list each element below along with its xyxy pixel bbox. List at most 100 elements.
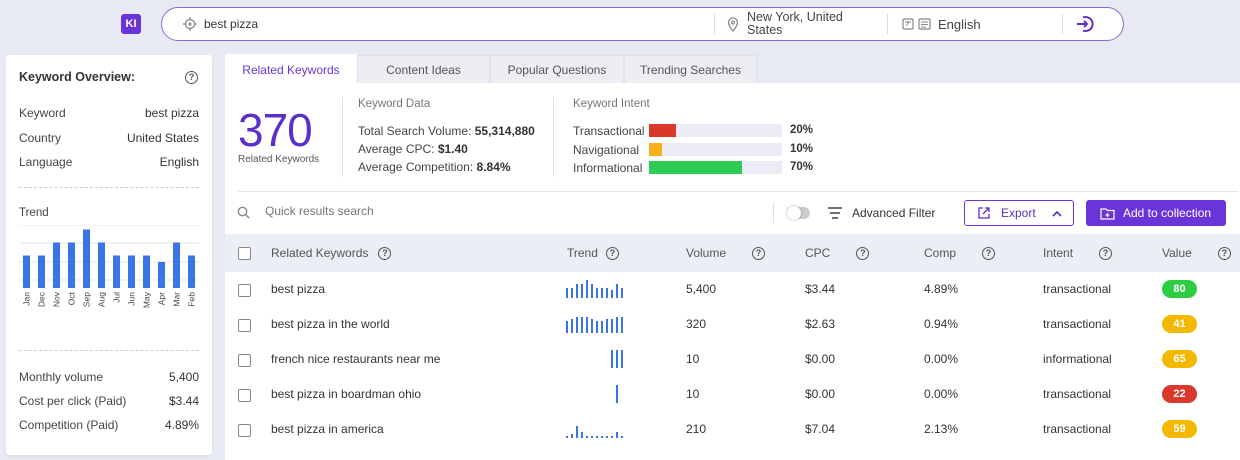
table-header: Related Keywords? Trend? Volume? CPC? Co… [225, 234, 1240, 272]
table-row[interactable]: best pizza in america 210 $7.04 2.13% transa… [225, 412, 1240, 447]
add-to-collection-button[interactable]: Add to collection [1086, 200, 1226, 226]
comp-cell: 0.00% [924, 387, 959, 401]
sparkline-bar [581, 284, 583, 298]
sparkline-bar [611, 436, 613, 438]
value: $3.44 [168, 394, 199, 408]
search-submit-icon[interactable] [1075, 14, 1095, 34]
column-header[interactable]: Trend? [567, 246, 619, 260]
trend-bar [143, 255, 150, 288]
export-button[interactable]: Export [964, 200, 1074, 226]
column-header[interactable]: Value? [1162, 246, 1231, 260]
value: 8.84% [476, 160, 511, 174]
trend-sparkline [611, 350, 623, 368]
sparkline-bar [571, 288, 573, 298]
overview-title: Keyword Overview: [19, 70, 136, 84]
value: $1.40 [437, 142, 468, 156]
label: Country [19, 131, 62, 145]
row-checkbox[interactable] [238, 424, 251, 437]
sparkline-bar [611, 290, 613, 298]
volume-cell: 10 [686, 352, 700, 366]
trend-sparkline [616, 385, 618, 403]
row-checkbox[interactable] [238, 389, 251, 402]
divider [342, 97, 343, 177]
table-row[interactable]: best pizza in boardman ohio 10 $0.00 0.00% t… [225, 377, 1240, 412]
tab-popular-questions[interactable]: Popular Questions [490, 55, 624, 83]
table-row[interactable]: french nice restaurants near me 10 $0.00 0.… [225, 342, 1240, 377]
sparkline-bar [591, 284, 593, 298]
trend-tick-label: Jun [127, 292, 137, 306]
column-header[interactable]: CPC? [805, 246, 870, 260]
help-icon[interactable]: ? [185, 71, 198, 84]
trend-bar [113, 255, 120, 288]
divider [553, 97, 554, 177]
select-all-checkbox[interactable] [238, 247, 251, 260]
column-label: Related Keywords [271, 246, 369, 260]
export-label: Export [1001, 206, 1036, 220]
help-icon[interactable]: ? [1099, 246, 1113, 260]
quick-search-input[interactable] [265, 204, 565, 218]
comp-cell: 0.00% [924, 352, 959, 366]
tab-content-ideas[interactable]: Content Ideas [357, 55, 490, 83]
row-checkbox[interactable] [238, 319, 251, 332]
trend-tick-label: Nov [52, 291, 62, 307]
trend-bar [68, 242, 75, 288]
filter-toggle[interactable] [787, 206, 810, 220]
sparkline-bar [566, 321, 568, 333]
keyword-cell: best pizza [271, 282, 326, 296]
location-pin-icon [727, 16, 739, 32]
trend-bar [83, 229, 90, 288]
sparkline-bar [586, 436, 588, 438]
help-icon[interactable]: ? [605, 246, 619, 260]
trend-bar [173, 242, 180, 288]
help-icon[interactable]: ? [1217, 246, 1231, 260]
table-row[interactable]: best pizza 5,400 $3.44 4.89% transactional 80 [225, 272, 1240, 307]
overview-monthly-row: Monthly volume 5,400 [19, 370, 199, 384]
trend-bar [188, 255, 195, 288]
cpc-cell: $0.00 [805, 352, 836, 366]
filter-icon[interactable] [828, 207, 842, 219]
tab-related-keywords[interactable]: Related Keywords [225, 54, 357, 84]
advanced-filter-button[interactable]: Advanced Filter [852, 206, 935, 220]
label: Keyword [19, 106, 66, 120]
value: English [159, 155, 199, 169]
help-icon[interactable]: ? [982, 246, 996, 260]
intent-cell: transactional [1043, 422, 1112, 436]
help-icon[interactable]: ? [752, 246, 766, 260]
keyword-cell: best pizza in the world [271, 317, 390, 331]
trend-bar [38, 255, 45, 288]
trend-tick-label: May [142, 291, 152, 308]
label: Average CPC: [358, 142, 435, 156]
location-selector[interactable]: New York, United States [715, 11, 887, 37]
trend-bar [23, 255, 30, 288]
row-checkbox[interactable] [238, 354, 251, 367]
tab-trending-searches[interactable]: Trending Searches [624, 55, 757, 83]
language-selector[interactable]: English [888, 17, 1062, 32]
sparkline-bar [601, 288, 603, 298]
column-header[interactable]: Related Keywords? [271, 246, 392, 260]
language-value: English [938, 16, 981, 32]
table-row[interactable]: best pizza in the world 320 $2.63 0.94% tran… [225, 307, 1240, 342]
column-header[interactable]: Intent? [1043, 246, 1113, 260]
value: United States [126, 131, 199, 145]
keyword-overview-panel: Keyword Overview: ? Keyword best pizza Co… [6, 55, 212, 455]
search-bar: New York, United States English [161, 7, 1124, 41]
cpc-cell: $7.04 [805, 422, 836, 436]
trend-tick-label: Aug [97, 292, 107, 307]
trend-bar [158, 262, 165, 288]
overview-cpc-row: Cost per click (Paid) $3.44 [19, 394, 199, 408]
help-icon[interactable]: ? [856, 246, 870, 260]
column-header[interactable]: Volume? [686, 246, 766, 260]
overview-country-row: Country United States [19, 131, 199, 145]
related-count: 370 [238, 104, 313, 156]
row-checkbox[interactable] [238, 284, 251, 297]
sparkline-bar [586, 280, 588, 298]
intent-bar-transactional [649, 124, 782, 137]
search-input[interactable] [204, 17, 714, 31]
value: best pizza [144, 106, 199, 120]
app-logo[interactable]: KI [121, 14, 141, 34]
trend-tick-label: Jan [22, 292, 32, 306]
sparkline-bar [616, 432, 618, 438]
column-header[interactable]: Comp? [924, 246, 996, 260]
intent-label: Navigational [573, 143, 640, 157]
help-icon[interactable]: ? [378, 246, 392, 260]
